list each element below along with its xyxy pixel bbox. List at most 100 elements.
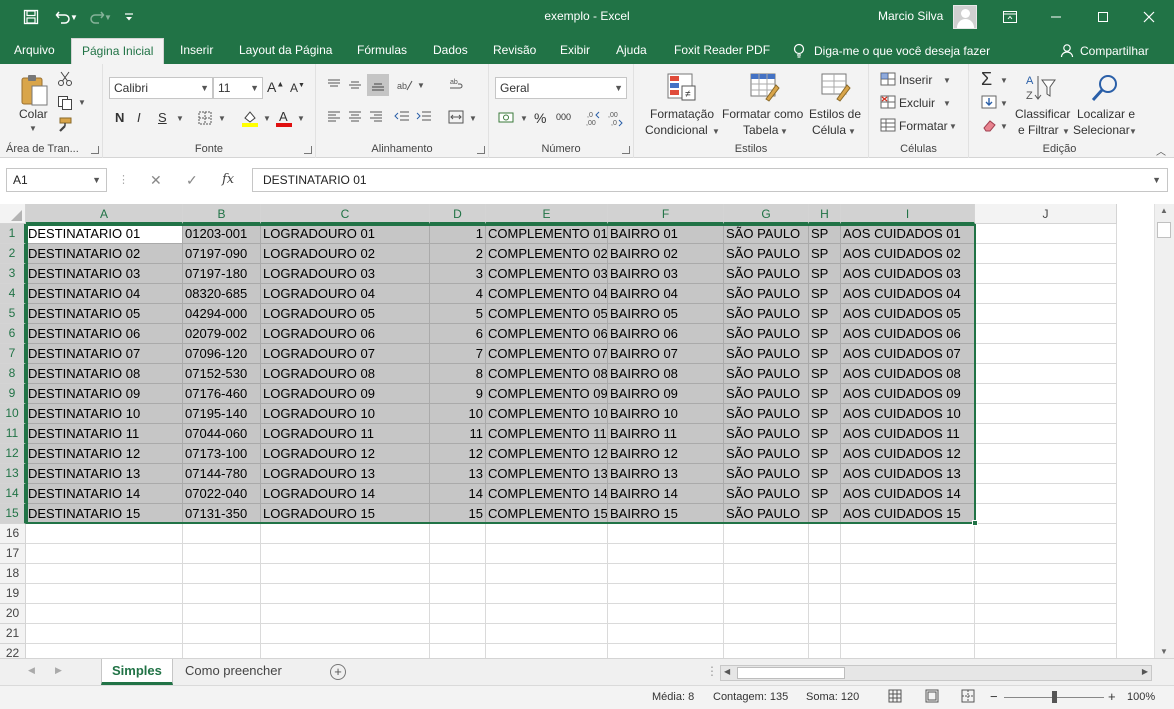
redo-dropdown-icon[interactable]: ▼ — [102, 6, 114, 28]
format-cells-dropdown-icon[interactable]: ▼ — [949, 122, 957, 131]
grid-cell[interactable]: SÃO PAULO — [724, 324, 809, 344]
grid-cell[interactable]: 14 — [430, 484, 486, 504]
zoom-slider-thumb[interactable] — [1052, 691, 1057, 703]
grid-cell[interactable]: SP — [809, 384, 841, 404]
grid-cell[interactable]: COMPLEMENTO 06 — [486, 324, 608, 344]
copy-icon[interactable] — [56, 94, 74, 112]
align-center-icon[interactable] — [346, 108, 364, 126]
grid-cell[interactable] — [975, 404, 1117, 424]
increase-decimal-icon[interactable]: ,0,00 — [584, 108, 604, 128]
grid-cell[interactable]: LOGRADOURO 09 — [261, 384, 430, 404]
zoom-out-icon[interactable]: − — [990, 689, 998, 704]
copy-dropdown-icon[interactable]: ▼ — [78, 98, 86, 107]
grid-cell[interactable]: LOGRADOURO 14 — [261, 484, 430, 504]
vertical-scrollbar[interactable]: ▲ ▼ — [1154, 204, 1174, 658]
grid-cell[interactable]: SP — [809, 304, 841, 324]
grid-cell[interactable]: BAIRRO 13 — [608, 464, 724, 484]
next-sheet-icon[interactable]: ▶ — [55, 665, 62, 676]
grid-cell[interactable] — [183, 624, 261, 644]
grid-cell[interactable]: 01203-001 — [183, 224, 261, 244]
column-header-c[interactable]: C — [261, 204, 430, 224]
grid-cell[interactable]: DESTINATARIO 04 — [26, 284, 183, 304]
grid-cell[interactable]: DESTINATARIO 07 — [26, 344, 183, 364]
grid-cell[interactable]: LOGRADOURO 03 — [261, 264, 430, 284]
percent-button[interactable]: % — [534, 110, 546, 126]
grid-cell[interactable] — [841, 544, 975, 564]
grid-cell[interactable] — [724, 544, 809, 564]
grid-cell[interactable]: 04294-000 — [183, 304, 261, 324]
grid-cell[interactable]: DESTINATARIO 11 — [26, 424, 183, 444]
clear-icon[interactable] — [980, 117, 998, 133]
grid-cell[interactable]: 07131-350 — [183, 504, 261, 524]
grid-cell[interactable]: LOGRADOURO 12 — [261, 444, 430, 464]
grid-cell[interactable]: SP — [809, 364, 841, 384]
grid-cell[interactable]: AOS CUIDADOS 02 — [841, 244, 975, 264]
grid-cell[interactable]: DESTINATARIO 09 — [26, 384, 183, 404]
insert-cells-dropdown-icon[interactable]: ▼ — [943, 76, 951, 85]
underline-button[interactable]: S — [158, 110, 167, 125]
sort-filter-label-1[interactable]: Classificar — [1015, 107, 1070, 121]
find-select-icon[interactable] — [1088, 71, 1122, 105]
fill-color-dropdown-icon[interactable]: ▼ — [263, 114, 271, 123]
grid-cell[interactable]: SP — [809, 324, 841, 344]
row-header-21[interactable]: 21 — [0, 624, 26, 644]
grid-cell[interactable] — [261, 524, 430, 544]
grid-cell[interactable]: 8 — [430, 364, 486, 384]
conditional-formatting-dropdown-icon[interactable]: ▼ — [712, 127, 720, 136]
column-header-a[interactable]: A — [26, 204, 183, 224]
grid-cell[interactable]: SÃO PAULO — [724, 224, 809, 244]
grid-cell[interactable]: SP — [809, 264, 841, 284]
grid-cell[interactable]: LOGRADOURO 04 — [261, 284, 430, 304]
grid-cell[interactable] — [841, 584, 975, 604]
borders-icon[interactable] — [196, 109, 214, 127]
grid-cell[interactable] — [975, 424, 1117, 444]
grid-cell[interactable] — [975, 264, 1117, 284]
grid-cell[interactable]: SP — [809, 444, 841, 464]
tab-layout-da-pagina[interactable]: Layout da Página — [235, 38, 336, 64]
confirm-entry-icon[interactable]: ✓ — [186, 172, 198, 189]
scroll-down-icon[interactable]: ▼ — [1160, 647, 1168, 656]
align-right-icon[interactable] — [367, 108, 385, 126]
grid-cell[interactable] — [724, 524, 809, 544]
grid-cell[interactable]: SP — [809, 504, 841, 524]
tab-revisao[interactable]: Revisão — [489, 38, 540, 64]
grid-cell[interactable] — [724, 564, 809, 584]
grid-cell[interactable]: 15 — [430, 504, 486, 524]
column-header-h[interactable]: H — [809, 204, 841, 224]
grid-cell[interactable] — [183, 584, 261, 604]
grid-cell[interactable] — [183, 644, 261, 658]
grid-cell[interactable]: 1 — [430, 224, 486, 244]
row-header-16[interactable]: 16 — [0, 524, 26, 544]
grid-cell[interactable]: AOS CUIDADOS 13 — [841, 464, 975, 484]
sheet-tab-como-preencher[interactable]: Como preencher — [175, 659, 292, 685]
grid-cell[interactable] — [486, 624, 608, 644]
grid-cell[interactable]: SÃO PAULO — [724, 484, 809, 504]
grid-cell[interactable] — [975, 464, 1117, 484]
grid-cell[interactable] — [975, 444, 1117, 464]
grid-cell[interactable]: SP — [809, 424, 841, 444]
grid-cell[interactable]: SÃO PAULO — [724, 264, 809, 284]
grid-cell[interactable]: BAIRRO 15 — [608, 504, 724, 524]
grid-cell[interactable]: SÃO PAULO — [724, 284, 809, 304]
grid-cell[interactable]: BAIRRO 05 — [608, 304, 724, 324]
grid-cell[interactable]: AOS CUIDADOS 04 — [841, 284, 975, 304]
grid-cell[interactable]: BAIRRO 06 — [608, 324, 724, 344]
grid-cell[interactable]: DESTINATARIO 15 — [26, 504, 183, 524]
grid-cell[interactable]: LOGRADOURO 06 — [261, 324, 430, 344]
grid-cell[interactable] — [430, 524, 486, 544]
orientation-icon[interactable]: ab — [395, 76, 415, 94]
grid-cell[interactable] — [841, 604, 975, 624]
grid-cell[interactable]: DESTINATARIO 08 — [26, 364, 183, 384]
zoom-level[interactable]: 100% — [1127, 691, 1155, 703]
grid-cell[interactable]: 11 — [430, 424, 486, 444]
grid-cell[interactable] — [809, 524, 841, 544]
grid-cell[interactable]: LOGRADOURO 02 — [261, 244, 430, 264]
grid-cell[interactable] — [975, 604, 1117, 624]
font-name-select[interactable]: Calibri ▼ — [109, 77, 213, 99]
grid-cell[interactable] — [26, 564, 183, 584]
grid-cell[interactable]: LOGRADOURO 05 — [261, 304, 430, 324]
delete-cells-label[interactable]: Excluir — [899, 96, 935, 110]
italic-button[interactable]: I — [137, 110, 141, 125]
format-cells-label[interactable]: Formatar — [899, 119, 948, 133]
grid-cell[interactable] — [975, 244, 1117, 264]
